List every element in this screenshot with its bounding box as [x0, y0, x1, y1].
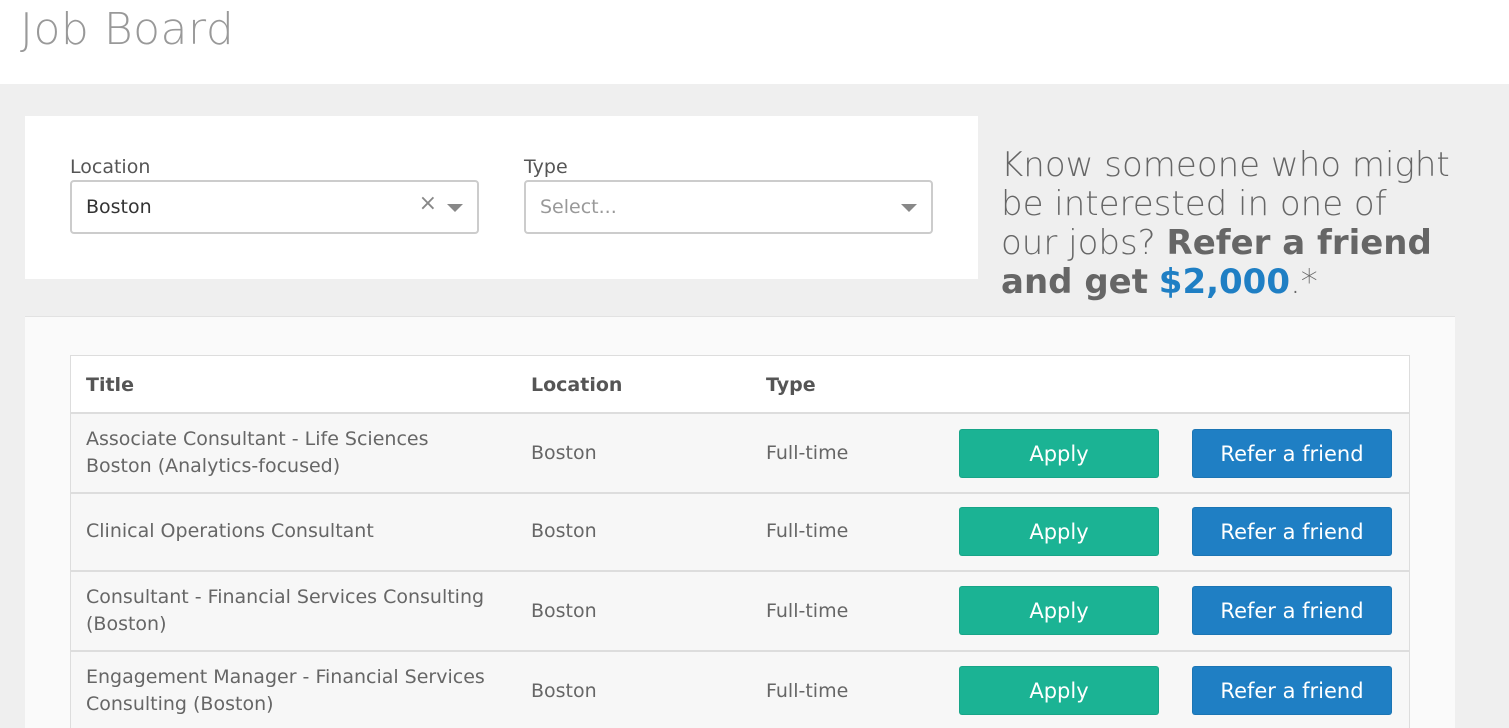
job-type: Full-time	[766, 680, 849, 702]
job-title: Engagement Manager - Financial Services …	[86, 666, 485, 715]
promo-suffix: .*	[1290, 262, 1318, 302]
chevron-down-icon[interactable]	[901, 204, 917, 212]
job-location: Boston	[531, 442, 597, 464]
clear-icon[interactable]: ×	[419, 193, 437, 215]
job-location: Boston	[531, 600, 597, 622]
location-select[interactable]: Boston ×	[70, 180, 479, 234]
job-location: Boston	[531, 520, 597, 542]
header-location: Location	[531, 374, 623, 396]
refer-friend-button[interactable]: Refer a friend	[1192, 586, 1392, 635]
header-title: Title	[86, 374, 134, 396]
type-select[interactable]: Select...	[524, 180, 933, 234]
jobs-table: Title Location Type Associate Consultant…	[70, 355, 1410, 728]
referral-promo: Know someone who might be interested in …	[1001, 146, 1451, 302]
table-row: Engagement Manager - Financial Services …	[71, 652, 1409, 728]
job-location: Boston	[531, 680, 597, 702]
promo-amount: $2,000	[1158, 262, 1290, 302]
type-label: Type	[524, 156, 568, 178]
location-label: Location	[70, 156, 151, 178]
apply-button[interactable]: Apply	[959, 586, 1159, 635]
job-title: Associate Consultant - Life Sciences Bos…	[86, 428, 429, 477]
job-title: Clinical Operations Consultant	[86, 520, 374, 542]
job-type: Full-time	[766, 520, 849, 542]
jobs-panel: Title Location Type Associate Consultant…	[25, 316, 1455, 728]
table-row: Consultant - Financial Services Consulti…	[71, 572, 1409, 652]
page-title: Job Board	[20, 4, 235, 55]
page-header: Job Board	[0, 0, 1509, 84]
apply-button[interactable]: Apply	[959, 507, 1159, 556]
job-type: Full-time	[766, 600, 849, 622]
chevron-down-icon[interactable]	[447, 204, 463, 212]
table-row: Associate Consultant - Life Sciences Bos…	[71, 414, 1409, 494]
table-row: Clinical Operations Consultant Boston Fu…	[71, 494, 1409, 572]
job-type: Full-time	[766, 442, 849, 464]
apply-button[interactable]: Apply	[959, 429, 1159, 478]
table-header-row: Title Location Type	[71, 356, 1409, 414]
refer-friend-button[interactable]: Refer a friend	[1192, 666, 1392, 715]
job-title: Consultant - Financial Services Consulti…	[86, 586, 485, 635]
refer-friend-button[interactable]: Refer a friend	[1192, 507, 1392, 556]
refer-friend-button[interactable]: Refer a friend	[1192, 429, 1392, 478]
type-select-placeholder: Select...	[540, 196, 617, 218]
filter-panel: Location Boston × Type Select...	[25, 116, 978, 279]
header-type: Type	[766, 374, 816, 396]
apply-button[interactable]: Apply	[959, 666, 1159, 715]
location-select-value: Boston	[86, 196, 152, 218]
